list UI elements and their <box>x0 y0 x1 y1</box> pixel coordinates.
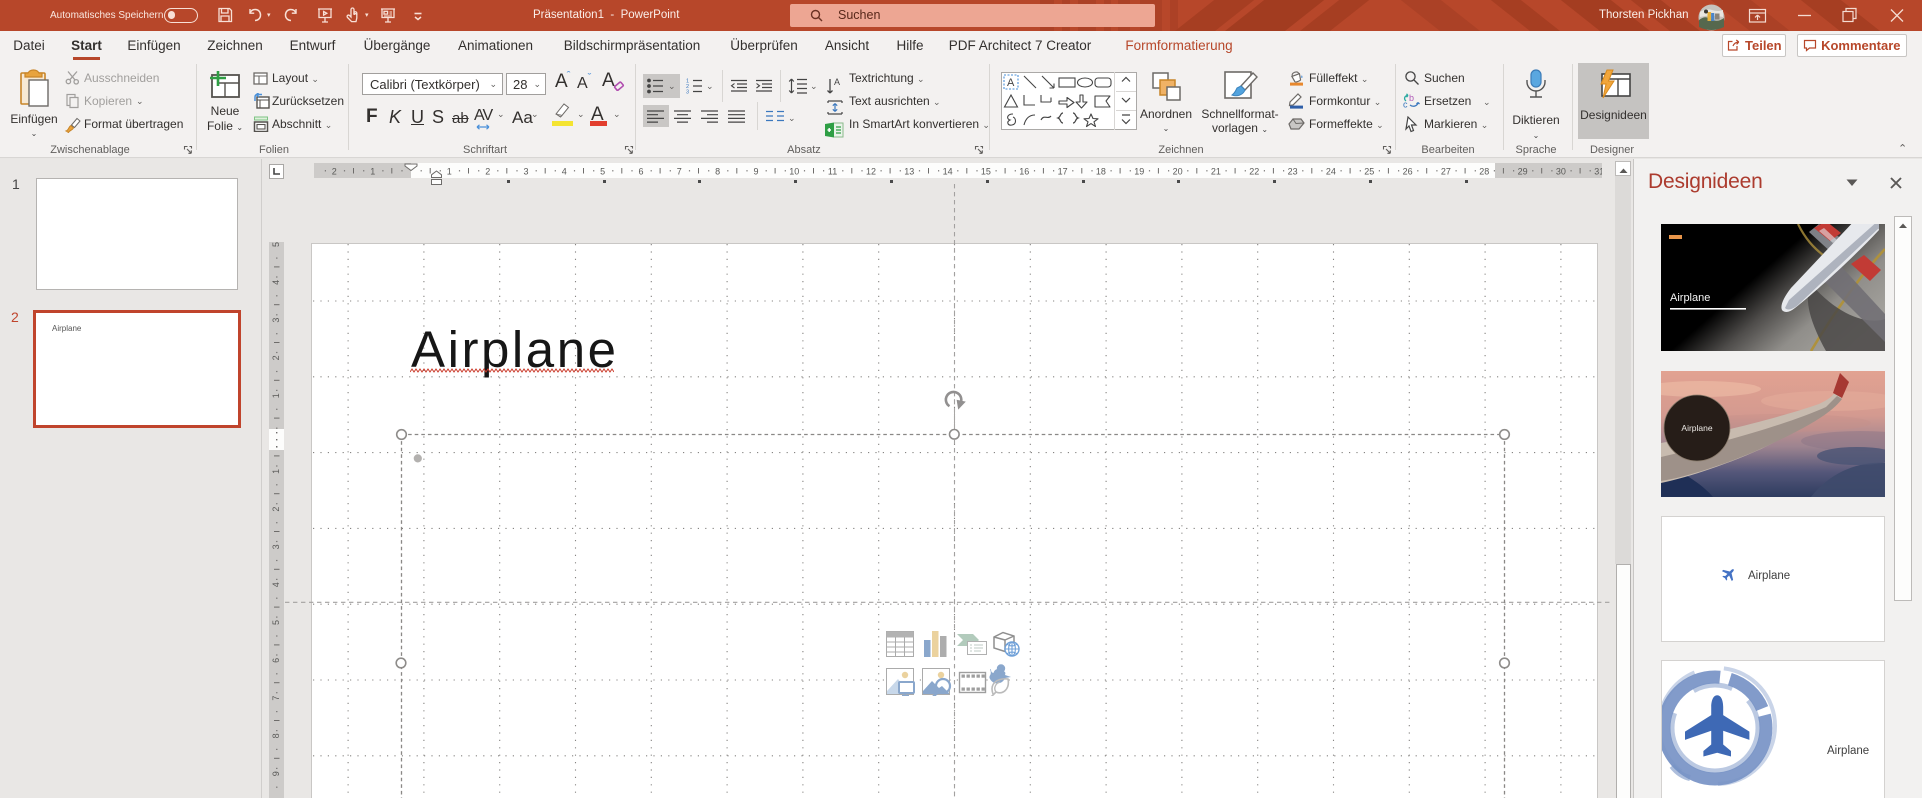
svg-text:c: c <box>1403 100 1408 110</box>
svg-text:8: 8 <box>271 733 281 738</box>
svg-text:A: A <box>834 77 840 87</box>
svg-text:9: 9 <box>271 771 281 776</box>
svg-text:9: 9 <box>753 167 758 177</box>
svg-text:31: 31 <box>1594 167 1602 177</box>
svg-text:2: 2 <box>271 355 281 360</box>
svg-text:19: 19 <box>1134 167 1144 177</box>
svg-text:24: 24 <box>1326 167 1336 177</box>
svg-text:14: 14 <box>943 167 953 177</box>
svg-text:Airplane: Airplane <box>1748 570 1790 582</box>
svg-text:2: 2 <box>271 507 281 512</box>
svg-text:3: 3 <box>686 89 689 94</box>
svg-text:1: 1 <box>447 167 452 177</box>
svg-text:10: 10 <box>789 167 799 177</box>
svg-text:18: 18 <box>1096 167 1106 177</box>
svg-text:4: 4 <box>271 582 281 587</box>
svg-text:6: 6 <box>271 658 281 663</box>
svg-text:3: 3 <box>271 318 281 323</box>
svg-text:22: 22 <box>1249 167 1259 177</box>
svg-text:Airplane: Airplane <box>1670 292 1710 304</box>
svg-text:1: 1 <box>370 167 375 177</box>
svg-text:16: 16 <box>1019 167 1029 177</box>
svg-text:26: 26 <box>1403 167 1413 177</box>
svg-text:15: 15 <box>981 167 991 177</box>
svg-text:6: 6 <box>638 167 643 177</box>
svg-text:21: 21 <box>1211 167 1221 177</box>
svg-text:4: 4 <box>271 280 281 285</box>
svg-text:12: 12 <box>866 167 876 177</box>
svg-text:23: 23 <box>1288 167 1298 177</box>
svg-text:7: 7 <box>271 696 281 701</box>
svg-text:8: 8 <box>715 167 720 177</box>
svg-text:30: 30 <box>1556 167 1566 177</box>
svg-text:4: 4 <box>562 167 567 177</box>
svg-text:25: 25 <box>1364 167 1374 177</box>
svg-text:1: 1 <box>271 393 281 398</box>
svg-text:Airplane: Airplane <box>1827 745 1869 757</box>
svg-text:b: b <box>1409 93 1414 103</box>
svg-text:28: 28 <box>1479 167 1489 177</box>
svg-text:13: 13 <box>904 167 914 177</box>
svg-text:5: 5 <box>271 620 281 625</box>
svg-text:5: 5 <box>271 242 281 247</box>
svg-text:1: 1 <box>271 469 281 474</box>
svg-text:11: 11 <box>828 167 837 177</box>
svg-text:27: 27 <box>1441 167 1451 177</box>
svg-text:20: 20 <box>1173 167 1183 177</box>
svg-text:2: 2 <box>485 167 490 177</box>
svg-text:3: 3 <box>523 167 528 177</box>
svg-text:5: 5 <box>600 167 605 177</box>
svg-text:7: 7 <box>677 167 682 177</box>
svg-text:Airplane: Airplane <box>1681 423 1712 433</box>
svg-text:2: 2 <box>332 167 337 177</box>
svg-text:A: A <box>1007 77 1015 89</box>
svg-text:17: 17 <box>1058 167 1068 177</box>
svg-text:3: 3 <box>271 544 281 549</box>
svg-text:29: 29 <box>1518 167 1528 177</box>
